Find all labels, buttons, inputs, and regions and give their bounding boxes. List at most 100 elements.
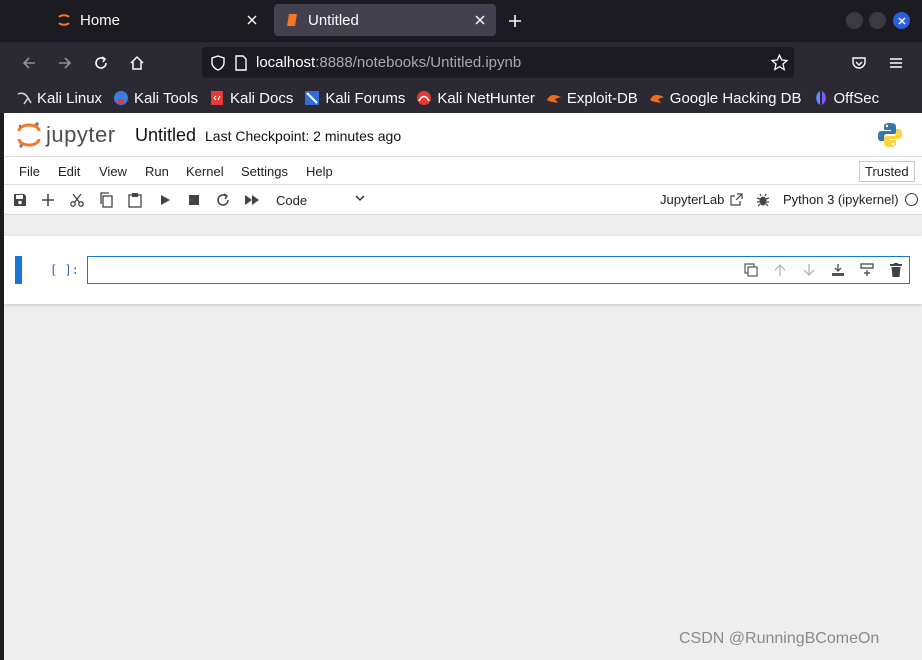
jupyter-wordmark: jupyter: [46, 122, 116, 147]
cell-toolbar: [731, 261, 905, 279]
bookmark-offsec[interactable]: OffSec: [813, 89, 880, 107]
debugger-bug-icon[interactable]: [754, 191, 772, 209]
cell-type-select[interactable]: Code: [276, 189, 366, 211]
jupyter-header: jupyter Untitled Last Checkpoint: 2 minu…: [4, 113, 922, 156]
menu-run[interactable]: Run: [145, 164, 169, 179]
bookmark-exploit-db[interactable]: Exploit-DB: [546, 90, 638, 107]
home-icon[interactable]: [124, 50, 150, 76]
bookmark-label: Google Hacking DB: [669, 89, 802, 107]
insert-cell-above-icon[interactable]: [858, 261, 876, 279]
close-icon[interactable]: [242, 10, 262, 30]
forward-arrow-icon[interactable]: [52, 50, 78, 76]
insert-cell-below-icon[interactable]: [829, 261, 847, 279]
tab-title: Untitled: [308, 11, 359, 29]
navigation-bar: localhost:8888/notebooks/Untitled.ipynb: [0, 42, 922, 83]
window-close-button[interactable]: [893, 12, 910, 29]
jupyter-logo[interactable]: jupyter: [16, 121, 116, 149]
minimize-button[interactable]: [846, 12, 863, 29]
jupyter-logo-icon: [17, 122, 41, 148]
bookmark-label: OffSec: [833, 89, 880, 107]
bookmark-label: Kali Linux: [37, 89, 103, 107]
notebook-toolbar: Code JupyterLab Python 3 (ipykernel): [4, 185, 922, 215]
offsec-icon: [813, 90, 829, 106]
nethunter-icon: [416, 90, 432, 106]
menu-bar: File Edit View Run Kernel Settings Help …: [4, 156, 922, 185]
cell-input-prompt: [ ]:: [50, 263, 79, 277]
notebook-title[interactable]: Untitled: [135, 125, 196, 146]
kernel-status-idle-icon: [905, 193, 918, 206]
address-bar[interactable]: localhost:8888/notebooks/Untitled.ipynb: [202, 47, 794, 78]
page-icon[interactable]: [234, 54, 248, 71]
run-icon[interactable]: [156, 191, 174, 209]
url-text[interactable]: localhost:8888/notebooks/Untitled.ipynb: [256, 54, 521, 71]
maximize-button[interactable]: [869, 12, 886, 29]
duplicate-cell-icon[interactable]: [742, 261, 760, 279]
bookmark-kali-nethunter[interactable]: Kali NetHunter: [416, 90, 535, 107]
bookmark-label: Kali Docs: [229, 89, 294, 107]
bookmark-google-hacking-db[interactable]: Google Hacking DB: [649, 90, 802, 107]
notebook-orange-icon: [284, 12, 300, 28]
bookmarks-toolbar: Kali Linux Kali Tools Kali Docs Kali For…: [0, 83, 922, 113]
move-up-arrow-icon[interactable]: [771, 261, 789, 279]
code-cell-editor[interactable]: [87, 256, 910, 284]
notebook-cell[interactable]: [ ]:: [4, 236, 922, 304]
stop-icon[interactable]: [185, 191, 203, 209]
kernel-name[interactable]: Python 3 (ipykernel): [783, 192, 899, 207]
bookmark-kali-forums[interactable]: Kali Forums: [304, 90, 405, 107]
move-down-arrow-icon[interactable]: [800, 261, 818, 279]
paste-icon[interactable]: [126, 191, 144, 209]
menu-settings[interactable]: Settings: [241, 164, 288, 179]
external-link-icon: [730, 193, 743, 206]
bookmark-label: Kali NetHunter: [437, 89, 535, 107]
url-host: localhost: [256, 54, 316, 71]
watermark-text: CSDN @RunningBComeOn: [679, 630, 880, 647]
kali-tools-icon: [113, 90, 129, 106]
menu-view[interactable]: View: [99, 164, 127, 179]
bookmark-label: Exploit-DB: [566, 89, 638, 107]
bookmark-kali-docs[interactable]: Kali Docs: [209, 90, 293, 107]
jupyter-notebook-page: jupyter Untitled Last Checkpoint: 2 minu…: [4, 113, 922, 660]
ghdb-icon: [649, 90, 665, 106]
new-tab-button[interactable]: [503, 9, 527, 33]
kali-forums-icon: [304, 90, 320, 106]
bookmark-star-icon[interactable]: [771, 54, 788, 71]
close-icon[interactable]: [470, 10, 490, 30]
bookmark-label: Kali Forums: [325, 89, 406, 107]
tab-bar: Home Untitled: [0, 0, 922, 42]
python-logo-icon: [876, 121, 904, 149]
trusted-indicator[interactable]: Trusted: [859, 161, 915, 182]
bookmark-label: Kali Tools: [134, 89, 198, 107]
bookmark-kali-linux[interactable]: Kali Linux: [16, 90, 102, 107]
kali-docs-icon: [209, 90, 225, 106]
menu-help[interactable]: Help: [306, 164, 333, 179]
save-icon[interactable]: [11, 191, 29, 209]
tab-title: Home: [80, 11, 121, 29]
hamburger-menu-icon[interactable]: [883, 50, 909, 76]
jupyter-orange-icon: [56, 12, 72, 28]
copy-icon[interactable]: [97, 191, 115, 209]
restart-icon[interactable]: [214, 191, 232, 209]
fast-forward-icon[interactable]: [243, 191, 261, 209]
shield-icon[interactable]: [210, 54, 226, 71]
menu-file[interactable]: File: [19, 164, 40, 179]
bookmark-kali-tools[interactable]: Kali Tools: [113, 90, 198, 107]
cell-type-value: Code: [276, 192, 308, 208]
add-cell-icon[interactable]: [39, 191, 57, 209]
jupyterlab-label: JupyterLab: [660, 192, 725, 207]
tab-untitled[interactable]: Untitled: [274, 4, 496, 36]
menu-kernel[interactable]: Kernel: [186, 164, 224, 179]
back-arrow-icon[interactable]: [16, 50, 42, 76]
last-checkpoint: Last Checkpoint: 2 minutes ago: [205, 128, 402, 144]
tab-home[interactable]: Home: [46, 4, 268, 36]
delete-cell-trash-icon[interactable]: [887, 261, 905, 279]
open-jupyterlab-link[interactable]: JupyterLab: [660, 192, 743, 207]
menu-edit[interactable]: Edit: [58, 164, 80, 179]
chevron-down-icon: [354, 192, 366, 207]
reload-icon[interactable]: [88, 50, 114, 76]
pocket-icon[interactable]: [846, 50, 872, 76]
exploit-db-icon: [546, 90, 562, 106]
cell-collapser[interactable]: [15, 256, 22, 284]
url-path: :8888/notebooks/Untitled.ipynb: [315, 54, 522, 71]
kali-dragon-icon: [16, 90, 32, 106]
cut-icon[interactable]: [68, 191, 86, 209]
